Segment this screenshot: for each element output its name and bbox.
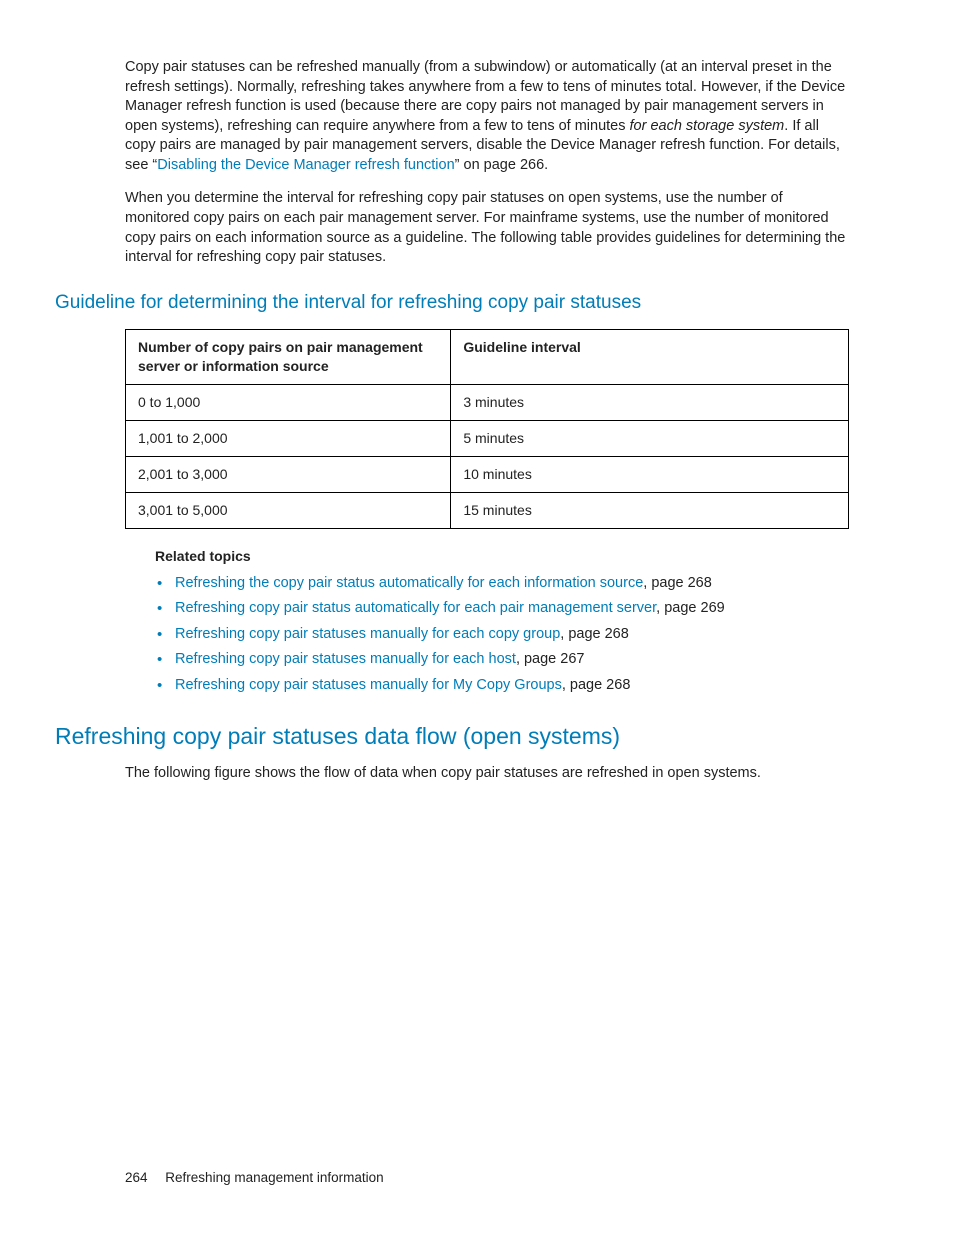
table-row: 3,001 to 5,000 15 minutes [126, 492, 849, 528]
table-cell: 10 minutes [451, 456, 849, 492]
table-row: 0 to 1,000 3 minutes [126, 385, 849, 421]
heading-guideline-interval: Guideline for determining the interval f… [55, 290, 849, 316]
page-number: 264 [125, 1170, 148, 1185]
text: , page 268 [560, 626, 629, 642]
related-link[interactable]: Refreshing copy pair statuses manually f… [175, 651, 516, 667]
table-header-cell: Guideline interval [451, 330, 849, 385]
list-item: Refreshing copy pair statuses manually f… [155, 676, 849, 696]
list-item: Refreshing copy pair statuses manually f… [155, 625, 849, 645]
table-cell: 3 minutes [451, 385, 849, 421]
heading-data-flow: Refreshing copy pair statuses data flow … [55, 721, 849, 752]
italic-text: for each storage system [630, 118, 785, 134]
intro-paragraph-2: When you determine the interval for refr… [125, 189, 849, 267]
list-item: Refreshing copy pair statuses manually f… [155, 650, 849, 670]
table-header-cell: Number of copy pairs on pair management … [126, 330, 451, 385]
table-cell: 0 to 1,000 [126, 385, 451, 421]
table-cell: 1,001 to 2,000 [126, 420, 451, 456]
related-link[interactable]: Refreshing copy pair statuses manually f… [175, 677, 562, 693]
text: , page 268 [643, 575, 712, 591]
list-item: Refreshing the copy pair status automati… [155, 574, 849, 594]
related-topics-list: Refreshing the copy pair status automati… [155, 574, 849, 696]
intro-paragraph-1: Copy pair statuses can be refreshed manu… [125, 58, 849, 175]
related-link[interactable]: Refreshing copy pair status automaticall… [175, 600, 656, 616]
list-item: Refreshing copy pair status automaticall… [155, 599, 849, 619]
data-flow-paragraph: The following figure shows the flow of d… [125, 764, 849, 784]
table-cell: 15 minutes [451, 492, 849, 528]
related-topics-heading: Related topics [155, 547, 849, 566]
table-row: 2,001 to 3,000 10 minutes [126, 456, 849, 492]
text: , page 269 [656, 600, 725, 616]
table-row: 1,001 to 2,000 5 minutes [126, 420, 849, 456]
related-link[interactable]: Refreshing the copy pair status automati… [175, 575, 643, 591]
footer-title: Refreshing management information [165, 1170, 383, 1185]
link-disable-refresh[interactable]: Disabling the Device Manager refresh fun… [157, 157, 454, 173]
table-cell: 2,001 to 3,000 [126, 456, 451, 492]
related-link[interactable]: Refreshing copy pair statuses manually f… [175, 626, 560, 642]
page-footer: 264 Refreshing management information [125, 1169, 384, 1187]
table-cell: 3,001 to 5,000 [126, 492, 451, 528]
page: Copy pair statuses can be refreshed manu… [0, 0, 954, 1235]
table-cell: 5 minutes [451, 420, 849, 456]
text: ” on page 266. [455, 157, 549, 173]
text: , page 268 [562, 677, 631, 693]
table-header-row: Number of copy pairs on pair management … [126, 330, 849, 385]
text: , page 267 [516, 651, 585, 667]
guideline-interval-table: Number of copy pairs on pair management … [125, 329, 849, 528]
